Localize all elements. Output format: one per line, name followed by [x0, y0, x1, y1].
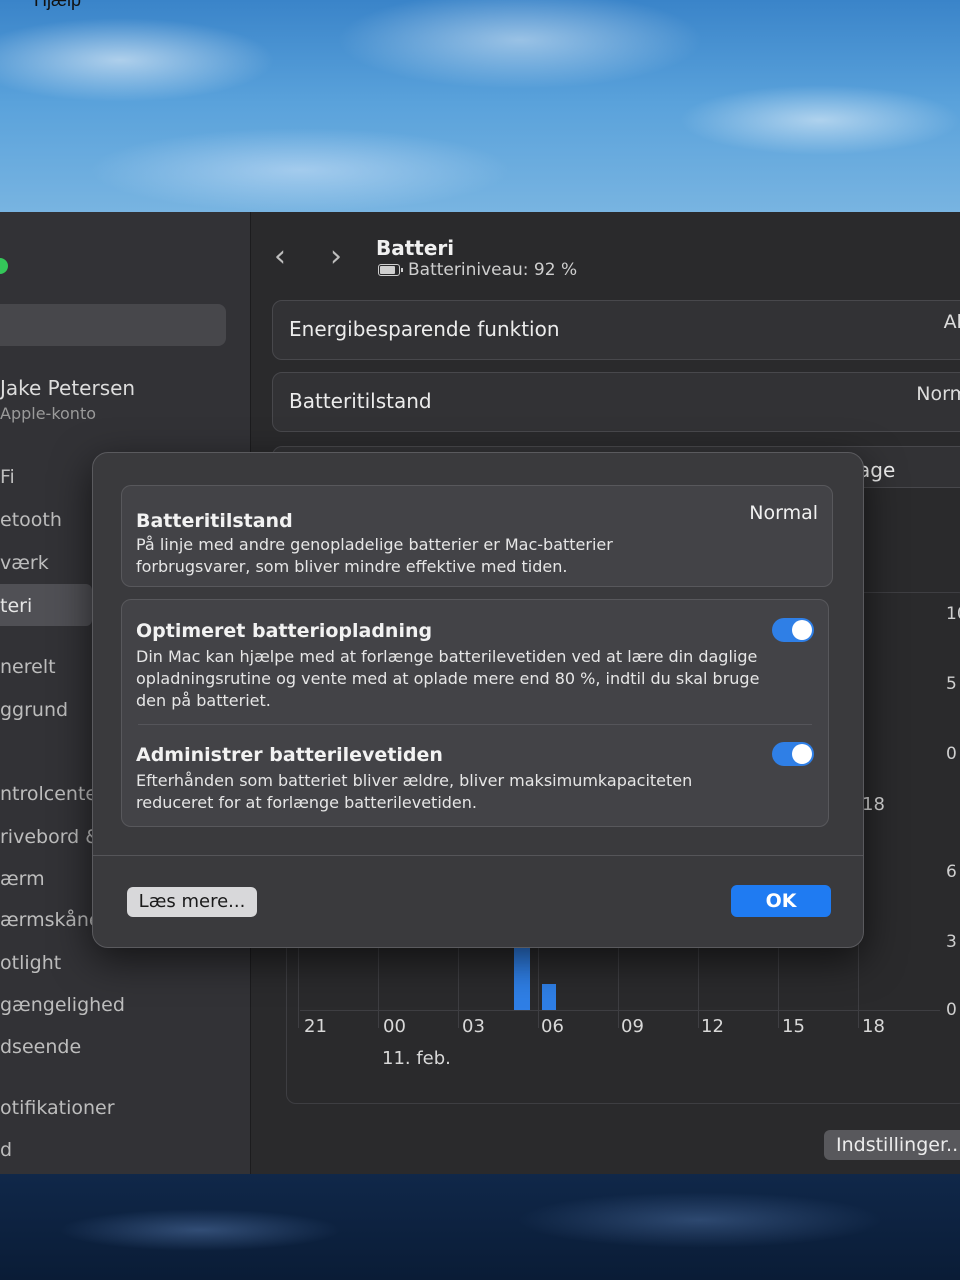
sidebar-item-wifi[interactable]: Fi	[0, 466, 15, 488]
manage-longevity-description: Efterhånden som batteriet bliver ældre, …	[136, 771, 693, 812]
optimized-charging-toggle[interactable]	[772, 618, 814, 642]
chart-baseline	[300, 1010, 940, 1011]
chart-gridline	[858, 932, 859, 1028]
manage-longevity-title: Administrer batterilevetiden	[136, 744, 443, 766]
usage-bar	[542, 984, 556, 1010]
chart-x-tick: 09	[621, 1016, 644, 1037]
sidebar-item-general[interactable]: nerelt	[0, 656, 56, 678]
sidebar-item-desktop-dock[interactable]: rivebord &	[0, 826, 100, 848]
chart-y-tick: 5	[946, 674, 957, 694]
manage-longevity-toggle[interactable]	[772, 742, 814, 766]
menubar-help[interactable]: Hjælp	[34, 0, 81, 11]
sidebar-item-bluetooth[interactable]: etooth	[0, 509, 62, 531]
chart-x-tick: 03	[462, 1016, 485, 1037]
battery-level-text: Batteriniveau: 92 %	[408, 260, 578, 280]
battery-icon	[378, 264, 403, 276]
sidebar-item-background[interactable]: ggrund	[0, 699, 68, 721]
usage-bar	[514, 948, 530, 1010]
account-subtitle: Apple-konto	[0, 404, 97, 423]
account-name[interactable]: Jake Petersen	[0, 376, 135, 400]
sidebar-item-accessibility[interactable]: gængelighed	[0, 994, 125, 1016]
chart-x-tick: 06	[541, 1016, 564, 1037]
sidebar-item-control-center[interactable]: ntrolcenter	[0, 783, 105, 805]
chart-x-tick: 15	[782, 1016, 805, 1037]
chevron-left-icon[interactable]: ‹	[274, 242, 286, 272]
search-input[interactable]	[0, 304, 226, 346]
chart-x-tick: 21	[304, 1016, 327, 1037]
battery-level: Batteriniveau: 92 %	[378, 260, 577, 280]
chart-label-18: 18	[862, 794, 885, 815]
row-low-power-mode[interactable]: Energibesparende funktion Aldri	[272, 300, 960, 360]
sidebar-item-notifications[interactable]: otifikationer	[0, 1097, 115, 1119]
chevron-right-icon[interactable]: ›	[330, 242, 342, 272]
optimized-charging-description: Din Mac kan hjælpe med at forlænge batte…	[136, 647, 760, 710]
toggle-knob	[792, 744, 812, 764]
chart-x-tick: 18	[862, 1016, 885, 1037]
health-card-description: På linje med andre genopladelige batteri…	[136, 535, 613, 576]
ok-button[interactable]: OK	[731, 885, 831, 917]
chart-y-tick: 10	[946, 604, 960, 624]
sidebar-item-spotlight[interactable]: otlight	[0, 952, 61, 974]
row-label: Energibesparende funktion	[289, 317, 560, 341]
toggle-knob	[792, 620, 812, 640]
desktop-wallpaper-bottom	[0, 1170, 960, 1280]
desktop-wallpaper	[0, 0, 960, 230]
row-battery-health[interactable]: Batteritilstand Normal	[272, 372, 960, 432]
battery-health-card: Batteritilstand Normal På linje med andr…	[121, 485, 833, 587]
learn-more-button[interactable]: Læs mere...	[127, 887, 257, 917]
chart-x-tick: 12	[701, 1016, 724, 1037]
battery-health-dialog: Batteritilstand Normal På linje med andr…	[92, 452, 864, 948]
card-divider	[138, 724, 812, 725]
chart-y-tick: 0	[946, 744, 957, 764]
chart-x-tick: 00	[383, 1016, 406, 1037]
sidebar-item-network[interactable]: værk	[0, 552, 49, 574]
chart-y-tick: 6	[946, 862, 957, 882]
chart-y-tick: 0	[946, 1000, 957, 1020]
page-title: Batteri	[376, 236, 455, 260]
sidebar-item-battery[interactable]: teri	[0, 595, 32, 617]
sidebar-item-sound[interactable]: d	[0, 1139, 12, 1161]
dialog-separator	[93, 855, 863, 856]
low-power-mode-select[interactable]: Aldri	[944, 311, 960, 333]
sidebar-item-appearance[interactable]: dseende	[0, 1036, 81, 1058]
health-card-title: Batteritilstand	[136, 510, 293, 532]
sidebar-item-displays[interactable]: ærm	[0, 868, 45, 890]
chart-date-label: 11. feb.	[382, 1048, 451, 1069]
battery-health-value[interactable]: Normal	[916, 383, 960, 405]
zoom-window-button[interactable]	[0, 258, 8, 274]
optimized-charging-title: Optimeret batteriopladning	[136, 620, 433, 642]
battery-settings-card: Optimeret batteriopladning Din Mac kan h…	[121, 599, 829, 827]
health-card-value: Normal	[749, 502, 818, 524]
chart-y-tick: 3	[946, 932, 957, 952]
options-button[interactable]: Indstillinger...	[824, 1130, 960, 1160]
row-label: Batteritilstand	[289, 389, 432, 413]
